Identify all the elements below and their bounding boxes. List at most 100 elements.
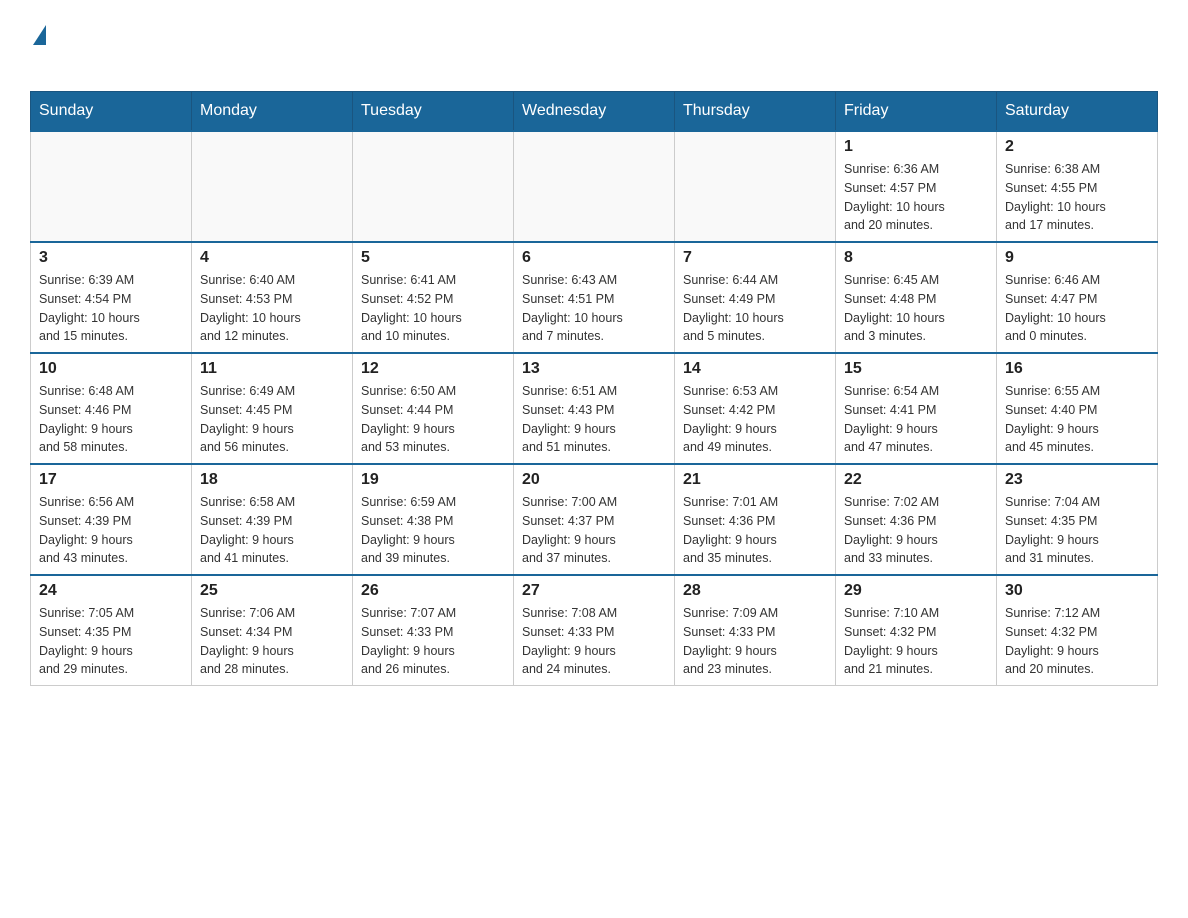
calendar-cell: 1 Sunrise: 6:36 AM Sunset: 4:57 PM Daylig… — [836, 131, 997, 242]
day-info: Sunrise: 6:46 AM Sunset: 4:47 PM Dayligh… — [1005, 271, 1149, 346]
calendar-cell: 11 Sunrise: 6:49 AM Sunset: 4:45 PM Dayli… — [192, 353, 353, 464]
day-info: Sunrise: 6:53 AM Sunset: 4:42 PM Dayligh… — [683, 382, 827, 457]
calendar-cell: 27 Sunrise: 7:08 AM Sunset: 4:33 PM Dayli… — [514, 575, 675, 686]
calendar-cell: 6 Sunrise: 6:43 AM Sunset: 4:51 PM Daylig… — [514, 242, 675, 353]
day-number: 16 — [1005, 360, 1149, 378]
day-info: Sunrise: 7:08 AM Sunset: 4:33 PM Dayligh… — [522, 604, 666, 679]
day-info: Sunrise: 7:04 AM Sunset: 4:35 PM Dayligh… — [1005, 493, 1149, 568]
day-info: Sunrise: 6:40 AM Sunset: 4:53 PM Dayligh… — [200, 271, 344, 346]
calendar-cell: 8 Sunrise: 6:45 AM Sunset: 4:48 PM Daylig… — [836, 242, 997, 353]
calendar-cell: 26 Sunrise: 7:07 AM Sunset: 4:33 PM Dayli… — [353, 575, 514, 686]
day-number: 7 — [683, 249, 827, 267]
calendar-cell: 21 Sunrise: 7:01 AM Sunset: 4:36 PM Dayli… — [675, 464, 836, 575]
weekday-header-friday: Friday — [836, 92, 997, 132]
calendar-cell: 17Sunrise: 6:56 AM Sunset: 4:39 PM Dayli… — [31, 464, 192, 575]
day-number: 13 — [522, 360, 666, 378]
day-info: Sunrise: 7:10 AM Sunset: 4:32 PM Dayligh… — [844, 604, 988, 679]
day-number: 29 — [844, 582, 988, 600]
day-info: Sunrise: 7:05 AM Sunset: 4:35 PM Dayligh… — [39, 604, 183, 679]
day-info: Sunrise: 6:41 AM Sunset: 4:52 PM Dayligh… — [361, 271, 505, 346]
calendar-week-4: 17Sunrise: 6:56 AM Sunset: 4:39 PM Dayli… — [31, 464, 1158, 575]
day-number: 11 — [200, 360, 344, 378]
day-number: 10 — [39, 360, 183, 378]
day-number: 9 — [1005, 249, 1149, 267]
calendar-cell: 14 Sunrise: 6:53 AM Sunset: 4:42 PM Dayli… — [675, 353, 836, 464]
calendar-week-2: 3Sunrise: 6:39 AM Sunset: 4:54 PM Daylig… — [31, 242, 1158, 353]
day-info: Sunrise: 6:43 AM Sunset: 4:51 PM Dayligh… — [522, 271, 666, 346]
day-info: Sunrise: 6:44 AM Sunset: 4:49 PM Dayligh… — [683, 271, 827, 346]
day-info: Sunrise: 7:09 AM Sunset: 4:33 PM Dayligh… — [683, 604, 827, 679]
calendar-cell — [192, 131, 353, 242]
calendar-table: SundayMondayTuesdayWednesdayThursdayFrid… — [30, 91, 1158, 686]
calendar-cell: 10Sunrise: 6:48 AM Sunset: 4:46 PM Dayli… — [31, 353, 192, 464]
page-header — [30, 20, 1158, 71]
day-number: 30 — [1005, 582, 1149, 600]
calendar-cell — [675, 131, 836, 242]
day-number: 23 — [1005, 471, 1149, 489]
calendar-cell: 19Sunrise: 6:59 AM Sunset: 4:38 PM Dayli… — [353, 464, 514, 575]
day-info: Sunrise: 7:01 AM Sunset: 4:36 PM Dayligh… — [683, 493, 827, 568]
calendar-cell: 20 Sunrise: 7:00 AM Sunset: 4:37 PM Dayli… — [514, 464, 675, 575]
calendar-cell: 7 Sunrise: 6:44 AM Sunset: 4:49 PM Daylig… — [675, 242, 836, 353]
calendar-cell: 30 Sunrise: 7:12 AM Sunset: 4:32 PM Dayli… — [997, 575, 1158, 686]
calendar-cell: 29 Sunrise: 7:10 AM Sunset: 4:32 PM Dayli… — [836, 575, 997, 686]
day-number: 1 — [844, 138, 988, 156]
day-number: 25 — [200, 582, 344, 600]
logo — [30, 20, 46, 71]
calendar-cell — [31, 131, 192, 242]
calendar-cell: 15 Sunrise: 6:54 AM Sunset: 4:41 PM Dayli… — [836, 353, 997, 464]
day-number: 6 — [522, 249, 666, 267]
weekday-header-sunday: Sunday — [31, 92, 192, 132]
calendar-cell: 24 Sunrise: 7:05 AM Sunset: 4:35 PM Dayli… — [31, 575, 192, 686]
day-number: 14 — [683, 360, 827, 378]
day-info: Sunrise: 6:49 AM Sunset: 4:45 PM Dayligh… — [200, 382, 344, 457]
day-info: Sunrise: 7:00 AM Sunset: 4:37 PM Dayligh… — [522, 493, 666, 568]
calendar-cell: 25 Sunrise: 7:06 AM Sunset: 4:34 PM Dayli… — [192, 575, 353, 686]
day-info: Sunrise: 6:38 AM Sunset: 4:55 PM Dayligh… — [1005, 160, 1149, 235]
weekday-header-monday: Monday — [192, 92, 353, 132]
day-number: 26 — [361, 582, 505, 600]
day-number: 15 — [844, 360, 988, 378]
calendar-cell: 3Sunrise: 6:39 AM Sunset: 4:54 PM Daylig… — [31, 242, 192, 353]
day-info: Sunrise: 7:07 AM Sunset: 4:33 PM Dayligh… — [361, 604, 505, 679]
day-info: Sunrise: 6:36 AM Sunset: 4:57 PM Dayligh… — [844, 160, 988, 235]
day-info: Sunrise: 7:12 AM Sunset: 4:32 PM Dayligh… — [1005, 604, 1149, 679]
weekday-header-tuesday: Tuesday — [353, 92, 514, 132]
day-number: 4 — [200, 249, 344, 267]
weekday-header-wednesday: Wednesday — [514, 92, 675, 132]
calendar-cell: 9 Sunrise: 6:46 AM Sunset: 4:47 PM Daylig… — [997, 242, 1158, 353]
day-number: 21 — [683, 471, 827, 489]
day-number: 27 — [522, 582, 666, 600]
day-number: 18 — [200, 471, 344, 489]
day-info: Sunrise: 6:59 AM Sunset: 4:38 PM Dayligh… — [361, 493, 505, 568]
calendar-cell: 2 Sunrise: 6:38 AM Sunset: 4:55 PM Daylig… — [997, 131, 1158, 242]
weekday-header-saturday: Saturday — [997, 92, 1158, 132]
calendar-cell — [514, 131, 675, 242]
day-info: Sunrise: 7:02 AM Sunset: 4:36 PM Dayligh… — [844, 493, 988, 568]
calendar-cell: 16 Sunrise: 6:55 AM Sunset: 4:40 PM Dayli… — [997, 353, 1158, 464]
day-info: Sunrise: 6:51 AM Sunset: 4:43 PM Dayligh… — [522, 382, 666, 457]
day-info: Sunrise: 6:50 AM Sunset: 4:44 PM Dayligh… — [361, 382, 505, 457]
day-info: Sunrise: 6:39 AM Sunset: 4:54 PM Dayligh… — [39, 271, 183, 346]
day-number: 28 — [683, 582, 827, 600]
calendar-cell: 22Sunrise: 7:02 AM Sunset: 4:36 PM Dayli… — [836, 464, 997, 575]
calendar-cell — [353, 131, 514, 242]
day-number: 20 — [522, 471, 666, 489]
day-number: 8 — [844, 249, 988, 267]
calendar-week-3: 10Sunrise: 6:48 AM Sunset: 4:46 PM Dayli… — [31, 353, 1158, 464]
day-info: Sunrise: 6:54 AM Sunset: 4:41 PM Dayligh… — [844, 382, 988, 457]
day-info: Sunrise: 7:06 AM Sunset: 4:34 PM Dayligh… — [200, 604, 344, 679]
day-number: 5 — [361, 249, 505, 267]
calendar-cell: 13 Sunrise: 6:51 AM Sunset: 4:43 PM Dayli… — [514, 353, 675, 464]
day-info: Sunrise: 6:55 AM Sunset: 4:40 PM Dayligh… — [1005, 382, 1149, 457]
day-info: Sunrise: 6:45 AM Sunset: 4:48 PM Dayligh… — [844, 271, 988, 346]
calendar-week-1: 1 Sunrise: 6:36 AM Sunset: 4:57 PM Daylig… — [31, 131, 1158, 242]
weekday-header-row: SundayMondayTuesdayWednesdayThursdayFrid… — [31, 92, 1158, 132]
day-number: 24 — [39, 582, 183, 600]
calendar-cell: 4 Sunrise: 6:40 AM Sunset: 4:53 PM Daylig… — [192, 242, 353, 353]
calendar-cell: 28 Sunrise: 7:09 AM Sunset: 4:33 PM Dayli… — [675, 575, 836, 686]
day-info: Sunrise: 6:58 AM Sunset: 4:39 PM Dayligh… — [200, 493, 344, 568]
weekday-header-thursday: Thursday — [675, 92, 836, 132]
day-info: Sunrise: 6:56 AM Sunset: 4:39 PM Dayligh… — [39, 493, 183, 568]
day-number: 2 — [1005, 138, 1149, 156]
